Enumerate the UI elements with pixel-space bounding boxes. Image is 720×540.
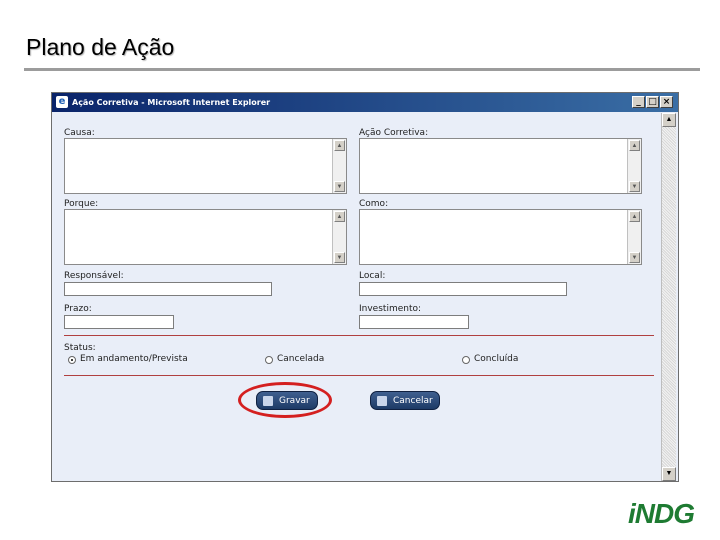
scroll-up-icon[interactable]: ▲ <box>334 140 345 151</box>
causa-label: Causa: <box>64 128 95 138</box>
browser-window: e Ação Corretiva - Microsoft Internet Ex… <box>51 92 679 482</box>
como-label: Como: <box>359 199 389 209</box>
acao-corretiva-label: Ação Corretiva: <box>359 128 429 138</box>
responsavel-input[interactable] <box>64 282 272 296</box>
scroll-down-icon[interactable]: ▼ <box>662 467 676 481</box>
status-label: Status: <box>64 343 96 353</box>
minimize-button[interactable]: _ <box>632 96 645 108</box>
investimento-label: Investimento: <box>359 304 422 314</box>
porque-textarea[interactable]: ▲ ▼ <box>64 209 347 265</box>
porque-label: Porque: <box>64 199 99 209</box>
prazo-input[interactable] <box>64 315 174 329</box>
cancel-icon <box>377 396 387 406</box>
status-option-label: Cancelada <box>277 354 325 364</box>
cancel-button[interactable]: Cancelar <box>370 391 440 410</box>
form-content: Causa: Ação Corretiva: ▲ ▼ ▲ ▼ Porque: C… <box>54 113 658 481</box>
window-titlebar[interactable]: e Ação Corretiva - Microsoft Internet Ex… <box>52 93 678 112</box>
status-radio-cancelada[interactable] <box>265 356 273 364</box>
status-option-label: Concluída <box>474 354 519 364</box>
status-option-label: Em andamento/Prevista <box>80 354 188 364</box>
indg-logo: iNDG <box>628 498 695 529</box>
cancel-button-label: Cancelar <box>393 396 433 406</box>
local-label: Local: <box>359 271 386 281</box>
prazo-label: Prazo: <box>64 304 92 314</box>
title-divider <box>24 68 700 71</box>
textarea-scrollbar[interactable]: ▲ ▼ <box>627 210 641 264</box>
textarea-scrollbar[interactable]: ▲ ▼ <box>332 139 346 193</box>
form-divider-top <box>64 335 654 336</box>
como-textarea[interactable]: ▲ ▼ <box>359 209 642 265</box>
scroll-down-icon[interactable]: ▼ <box>334 252 345 263</box>
maximize-button[interactable]: □ <box>646 96 659 108</box>
investimento-input[interactable] <box>359 315 469 329</box>
textarea-scrollbar[interactable]: ▲ ▼ <box>627 139 641 193</box>
status-radio-em-andamento[interactable] <box>68 356 76 364</box>
scroll-down-icon[interactable]: ▼ <box>334 181 345 192</box>
scroll-up-icon[interactable]: ▲ <box>334 211 345 222</box>
scroll-down-icon[interactable]: ▼ <box>629 181 640 192</box>
local-input[interactable] <box>359 282 567 296</box>
textarea-scrollbar[interactable]: ▲ ▼ <box>332 210 346 264</box>
close-button[interactable]: × <box>660 96 673 108</box>
status-radio-concluida[interactable] <box>462 356 470 364</box>
acao-corretiva-textarea[interactable]: ▲ ▼ <box>359 138 642 194</box>
scroll-down-icon[interactable]: ▼ <box>629 252 640 263</box>
scroll-up-icon[interactable]: ▲ <box>629 211 640 222</box>
scroll-up-icon[interactable]: ▲ <box>662 113 676 127</box>
causa-textarea[interactable]: ▲ ▼ <box>64 138 347 194</box>
slide-title: Plano de Ação <box>26 34 175 60</box>
window-title: Ação Corretiva - Microsoft Internet Expl… <box>72 98 271 107</box>
scroll-up-icon[interactable]: ▲ <box>629 140 640 151</box>
window-vertical-scrollbar[interactable]: ▲ ▼ <box>661 113 676 481</box>
form-divider-bottom <box>64 375 654 376</box>
save-button-highlight-circle <box>238 382 332 418</box>
responsavel-label: Responsável: <box>64 271 124 281</box>
internet-explorer-icon: e <box>56 96 68 108</box>
